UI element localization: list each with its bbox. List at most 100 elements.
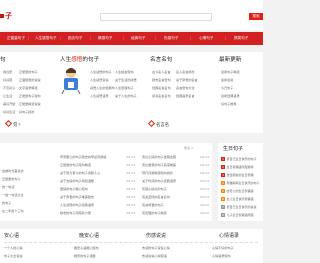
list-item[interactable]: 人生感悟的句子 — [88, 70, 112, 74]
item-date: 09-24 — [126, 171, 135, 175]
list-item[interactable]: 人生哲理句子 — [113, 86, 134, 90]
list-item[interactable]: 会被时光辜负的 — [0, 169, 24, 173]
ranked-item[interactable]: 6 女儿生日快乐祝福语 — [221, 197, 254, 201]
list-item[interactable]: 文字语录精选 — [17, 86, 38, 90]
list-item[interactable]: 感悟人生的经典句 — [88, 86, 115, 90]
ranked-item[interactable]: 1 祝自己生日快乐的句子 — [221, 157, 257, 161]
list-item[interactable]: 一个人的心情 — [2, 246, 23, 250]
list-item[interactable]: 励志的句子简短有力量 — [58, 211, 91, 215]
nav-item-3[interactable]: 励志句子 — [68, 36, 82, 40]
list-item[interactable]: 美好开始 — [1, 102, 15, 106]
list-item[interactable]: 正能量精选说说 — [17, 102, 41, 106]
tab-2[interactable]: 晚安心语 — [79, 233, 99, 240]
pen-icon — [4, 119, 13, 128]
list-item[interactable]: 关于青春的句子唯美励志 — [58, 195, 94, 199]
list-item[interactable]: 心情语录短句 — [210, 254, 231, 258]
nav-separator: | — [123, 36, 125, 40]
list-item[interactable]: 人生感悟语录 — [88, 94, 109, 98]
nav-item-1[interactable]: 正能量句子 — [7, 36, 25, 40]
list-item[interactable]: 心情不好的句子 — [210, 246, 234, 250]
item-date: 09-23 — [200, 187, 209, 191]
list-item[interactable]: 关于人生的句子 — [113, 94, 137, 98]
item-date: 09-23 — [126, 203, 135, 207]
list-item[interactable]: 表达爱意的句子浪漫唯美 — [140, 163, 176, 167]
list-item[interactable]: 好好努 — [1, 78, 12, 82]
rank-badge: 8 — [221, 213, 225, 217]
list-item[interactable]: 晚安心语暖心短句 — [72, 246, 99, 250]
list-item[interactable]: 现代诗歌精选短句摘抄 — [140, 171, 173, 175]
nav-item-2[interactable]: 人生感悟句子 — [35, 36, 57, 40]
nav-item-8[interactable]: 搞笑句子 — [234, 36, 248, 40]
list-item[interactable]: 一些一句话大全 — [0, 193, 24, 197]
list-item[interactable]: 好句子推荐 — [219, 102, 236, 106]
ranked-item[interactable]: 4 祝福妈妈生日快乐的句子 — [221, 181, 260, 185]
more-link[interactable]: 更多 > — [184, 146, 194, 150]
tab-1[interactable]: 安心语 — [4, 233, 19, 240]
list-item[interactable]: 关于努力奋斗的句子激励人心 — [58, 171, 100, 175]
list-item[interactable]: 最新句子精选 — [219, 70, 240, 74]
list-item[interactable]: 最新经典语录 — [219, 94, 240, 98]
nav-item-5[interactable]: 经典句子 — [131, 36, 145, 40]
list-item[interactable]: 关于梦想的名言 — [174, 78, 198, 82]
list-item[interactable]: 的句子 — [0, 201, 11, 205]
list-item[interactable]: 晚安的句子温馨 — [72, 254, 96, 258]
list-item[interactable]: 正面能量的说说 — [17, 78, 41, 82]
list-item[interactable]: 不忘初心 — [1, 86, 15, 90]
birthday-list: 1 祝自己生日快乐的句子 2 生日祝福语简短独特 3 送给朋友的生日祝福 4 祝福妈妈生… — [221, 157, 263, 221]
ranked-item[interactable]: 8 儿子生日祝福语简短 — [221, 213, 254, 217]
list-item[interactable]: 今日句子 — [219, 86, 233, 90]
list-item[interactable]: 爱情的句子暖心短句 — [58, 187, 88, 191]
nav-separator: | — [90, 36, 92, 40]
list-item[interactable]: 人生感悟说说 — [88, 78, 109, 82]
list-item[interactable]: 的一句话 — [0, 185, 14, 189]
search-button[interactable]: 搜索 — [249, 13, 263, 20]
list-item[interactable]: 正能量的句子 — [17, 70, 38, 74]
search-input[interactable] — [100, 13, 212, 21]
ranked-item[interactable]: 7 祝自己生日快乐的说说 — [221, 205, 257, 209]
list-item[interactable]: 有关母爱的句子 — [140, 203, 164, 207]
list-item[interactable]: 古今名人名言 — [150, 70, 171, 74]
ranked-item[interactable]: 5 给老公的生日祝福语 — [221, 189, 254, 193]
list-item[interactable]: 伤感的句子说说心情 — [140, 246, 170, 250]
list-item[interactable]: 好句子摘抄 — [17, 110, 34, 114]
tab-3[interactable]: 伤感说说 — [146, 233, 166, 240]
item-date: 09-22 — [200, 211, 209, 215]
list-item[interactable]: 早安暖心的句子励志的早晨问候语 — [58, 155, 106, 159]
item-date: 09-23 — [200, 179, 209, 183]
site-logo[interactable]: 子 — [0, 12, 12, 20]
list-item[interactable]: 人生感悟的句子经典语录 — [58, 203, 94, 207]
item-date: 09-24 — [126, 155, 135, 159]
list-item[interactable]: 形容心情好的句子 — [140, 187, 167, 191]
ranked-item[interactable]: 3 送给朋友的生日祝福 — [221, 173, 254, 177]
nav-item-6[interactable]: 伤感句子 — [164, 36, 178, 40]
nav-item-7[interactable]: 心情句子 — [199, 36, 213, 40]
list-item[interactable]: 名人名言摘抄 — [174, 70, 195, 74]
list-item[interactable]: 励志名言警句 — [150, 78, 171, 82]
section-title-mid: 名言名 — [147, 119, 169, 129]
list-item[interactable]: 关于友情的句子简短温暖 — [58, 179, 94, 183]
list-item[interactable]: 用在家 — [1, 70, 12, 74]
list-item[interactable]: 有关坚持的名言名句 — [140, 195, 170, 199]
list-item[interactable]: 在二年级十三句 — [0, 209, 24, 213]
list-item[interactable]: 句子大全说说 — [2, 254, 23, 258]
list-item[interactable]: 关于生活的感悟 — [113, 78, 137, 82]
list-item[interactable]: 正能量的句子 — [0, 177, 21, 181]
list-item[interactable]: 表达心情的句子发朋友圈 — [140, 155, 176, 159]
nav-item-4[interactable]: 情感句子 — [98, 36, 112, 40]
list-item[interactable]: 伤感说说心情短语 — [140, 254, 167, 258]
ranked-item[interactable]: 2 生日祝福语简短独特 — [221, 165, 254, 169]
list-item[interactable]: 好好生活 — [1, 110, 15, 114]
list-item[interactable]: 经典名言名句 — [150, 86, 171, 90]
item-date: 09-24 — [200, 155, 209, 159]
list-item[interactable]: 正能量句子短句 — [17, 94, 41, 98]
list-item[interactable]: 关于时间的句子经典语录 — [140, 179, 176, 183]
list-item[interactable]: 正能量的句子短句精选 — [58, 163, 91, 167]
tab-4[interactable]: 心情语录 — [219, 233, 239, 240]
list-item[interactable]: 最新说说 — [219, 78, 233, 82]
list-item[interactable]: 名言警句大全 — [174, 86, 195, 90]
list-item[interactable]: 读书名言名句 — [150, 94, 171, 98]
list-item[interactable]: 有哲理的句子精选 — [140, 211, 167, 215]
list-item[interactable]: 让生活 — [1, 94, 12, 98]
list-item[interactable]: 经典语录名言 — [174, 94, 195, 98]
list-item[interactable]: 人生格言短句 — [113, 70, 134, 74]
